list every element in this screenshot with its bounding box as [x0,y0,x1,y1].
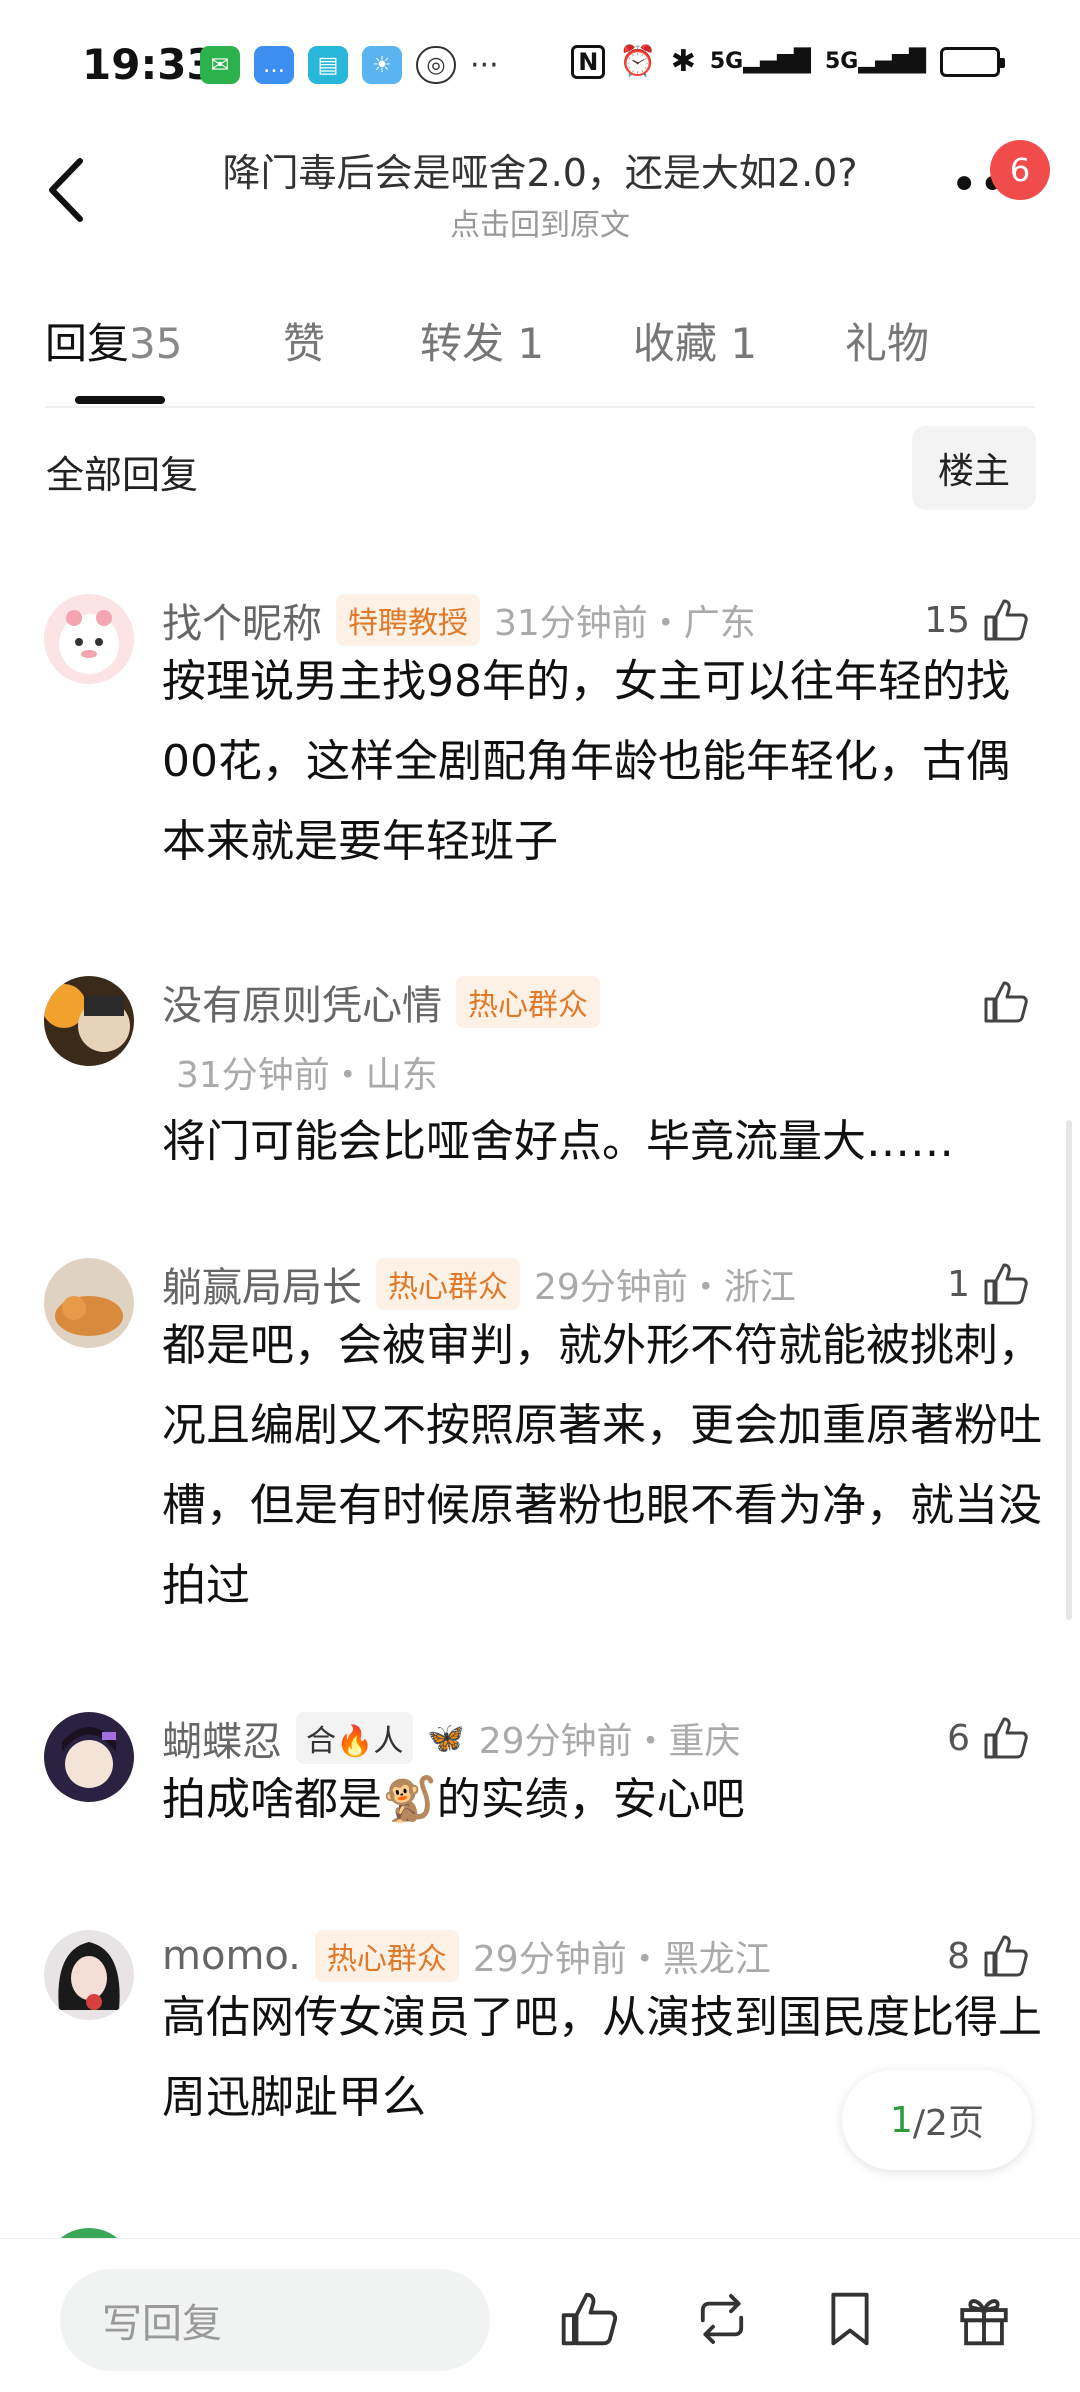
like-button[interactable]: 15 [924,590,1030,650]
comment-meta: 找个昵称 特聘教授 31分钟前・广东 [162,590,756,650]
username[interactable]: momo. [162,1933,301,1979]
top-nav: 降门毒后会是哑舍2.0，还是大如2.0? 点击回到原文 •• 6 [0,130,1080,260]
gift-icon [960,2299,1008,2346]
tab-reposts[interactable]: 转发 1 [420,310,544,371]
active-tab-indicator [75,396,165,404]
like-count: 1 [947,1263,970,1305]
user-badge: 合🔥人 [296,1712,414,1764]
filter-row: 全部回复 楼主 [0,420,1080,520]
tab-likes[interactable]: 赞 [283,310,325,371]
tab-bar: 回复35 赞 转发 1 收藏 1 礼物 [45,290,1035,408]
thumbs-up-icon [561,2292,618,2346]
owner-only-button[interactable]: 楼主 [912,426,1036,510]
tab-favorites[interactable]: 收藏 1 [633,310,757,371]
comment-time: 29分钟前・浙江 [534,1267,796,1308]
notification-badge[interactable]: 6 [990,140,1050,200]
signal-1-icon: 5G▂▄▆█ [709,49,811,74]
chevron-left-icon [49,158,83,222]
repost-icon [700,2294,744,2344]
back-to-post-link[interactable]: 点击回到原文 [160,200,920,244]
comment-text: 将门可能会比哑舍好点。毕竟流量大…… [162,1116,954,1167]
reply-input[interactable]: 写回复 [60,2269,490,2371]
like-button[interactable]: 1 [947,1254,1030,1314]
bluetooth-icon: ✱ [670,44,696,79]
avatar-image [58,1942,120,2010]
like-count: 8 [947,1935,970,1977]
avatar[interactable] [44,594,134,684]
username[interactable]: 躺赢局局长 [162,1255,362,1313]
username[interactable]: 没有原则凭心情 [162,973,442,1031]
tab-replies[interactable]: 回复35 [45,310,182,371]
butterfly-icon: 🦋 [427,1720,465,1756]
thumbs-up-icon [984,981,1028,1023]
user-badge: 热心群众 [456,976,600,1028]
comment-time: 31分钟前・广东 [494,603,756,644]
all-replies-label[interactable]: 全部回复 [46,444,198,499]
thumbs-up-icon [984,1263,1028,1305]
weather-icon: ☀ [362,46,402,84]
avatar[interactable] [44,1930,134,2020]
tab-gifts[interactable]: 礼物 [845,310,929,371]
like-count: 6 [947,1717,970,1759]
notification-icons: ✉ … ▤ ☀ ◎ ··· [200,46,499,84]
user-badge: 热心群众 [376,1258,520,1310]
avatar[interactable] [44,976,134,1066]
status-bar: 19:33 ✉ … ▤ ☀ ◎ ··· N ⏰ ✱ 5G▂▄▆█ 5G▂▄▆█ [0,0,1080,130]
thumbs-up-icon [984,1717,1028,1759]
system-icons: N ⏰ ✱ 5G▂▄▆█ 5G▂▄▆█ [571,44,1005,79]
comment-text: 都是吧，会被审判，就外形不符就能被挑刺，况且编剧又不按照原著来，更会加重原著粉吐… [162,1320,1042,1611]
comment-meta: 没有原则凭心情 热心群众 [162,972,600,1032]
status-time: 19:33 [82,40,216,89]
username[interactable]: 蝴蝶忍 [162,1709,282,1767]
bookmark-icon [831,2292,869,2346]
bookmark-button[interactable] [810,2279,890,2359]
wechat-icon: ✉ [200,46,240,84]
comment-text: 按理说男主找98年的，女主可以往年轻的找00花，这样全剧配角年龄也能年轻化，古偶… [162,656,1010,867]
comment-text: 拍成啥都是🐒的实绩，安心吧 [162,1774,745,1825]
avatar-image [44,984,130,1052]
thumbs-up-icon [984,1935,1028,1977]
like-button[interactable] [980,972,1030,1032]
nfc-icon: N [571,44,606,79]
message-icon: … [254,46,294,84]
thumbs-up-icon [984,599,1028,641]
user-badge: 热心群众 [314,1930,459,1982]
comment-meta: 蝴蝶忍 合🔥人 🦋 29分钟前・重庆 [162,1708,741,1768]
like-count: 15 [924,599,970,641]
comment-meta: momo. 热心群众 29分钟前・黑龙江 [162,1926,771,1986]
scrollbar[interactable] [1066,1120,1072,1620]
comment-time: 31分钟前・山东 [176,1055,438,1096]
page-total: /2页 [912,2103,984,2144]
page-indicator-button[interactable]: 1/2页 [842,2070,1032,2170]
current-page: 1 [890,2099,913,2141]
gift-button[interactable] [944,2279,1024,2359]
repost-button[interactable] [682,2279,762,2359]
avatar-image [62,1727,116,1788]
back-button[interactable] [36,150,96,230]
comment-time: 29分钟前・重庆 [478,1721,741,1762]
browser-icon: ◎ [416,46,456,84]
battery-icon [940,46,1005,77]
avatar[interactable] [44,1258,134,1348]
avatar-image [59,610,119,674]
like-post-button[interactable] [548,2279,628,2359]
post-title[interactable]: 降门毒后会是哑舍2.0，还是大如2.0? [160,142,920,197]
bottom-action-bar: 写回复 [0,2238,1080,2392]
username[interactable]: 找个昵称 [162,591,322,649]
user-badge: 特聘教授 [336,594,480,646]
avatar[interactable] [44,1712,134,1802]
signal-2-icon: 5G▂▄▆█ [824,49,926,74]
comment-meta: 躺赢局局长 热心群众 29分钟前・浙江 [162,1254,796,1314]
alarm-icon: ⏰ [619,44,657,79]
comment-meta-line2: 31分钟前・山东 [176,1042,438,1102]
like-button[interactable]: 8 [947,1926,1030,1986]
book-icon: ▤ [308,46,348,84]
more-notifications-icon: ··· [470,47,499,83]
avatar-image [55,1296,123,1336]
like-button[interactable]: 6 [947,1708,1030,1768]
comment-time: 29分钟前・黑龙江 [472,1939,771,1980]
